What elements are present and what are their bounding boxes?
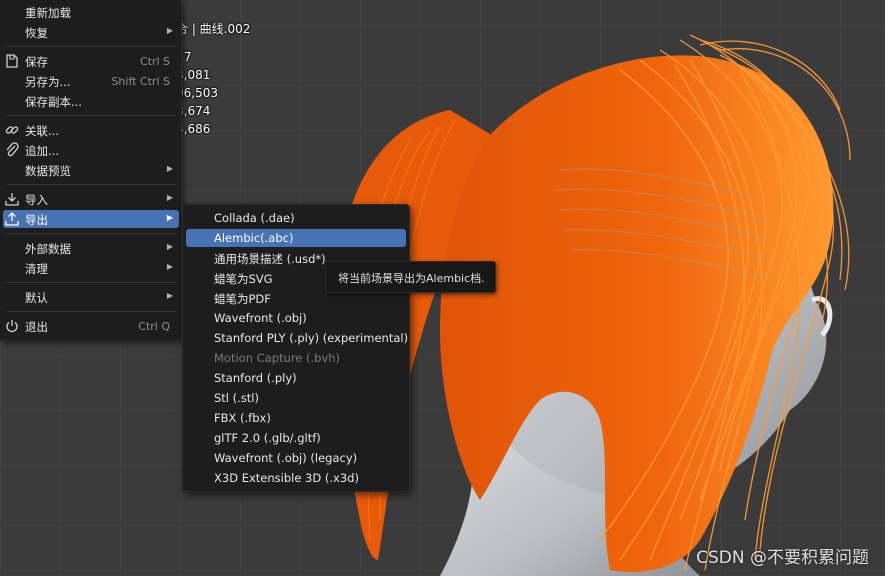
menu-item-export[interactable]: 导出 ▶ <box>3 210 179 228</box>
menu-item-defaults[interactable]: 默认 ▶ <box>3 288 179 306</box>
export-item-gltf[interactable]: glTF 2.0 (.glb/.gltf) <box>186 429 406 447</box>
export-item-label: Wavefront (.obj) (legacy) <box>214 451 358 465</box>
menu-item-label: 外部数据 <box>25 242 71 256</box>
submenu-arrow-icon: ▶ <box>166 213 173 222</box>
menu-separator <box>6 311 176 312</box>
menu-item-label: 默认 <box>25 291 48 305</box>
export-item-label: Stanford (.ply) <box>214 371 297 385</box>
export-item-label: Stanford PLY (.ply) (experimental) <box>214 331 409 345</box>
link-icon <box>4 122 20 138</box>
menu-item-data-preview[interactable]: 数据预览 ▶ <box>3 161 179 179</box>
submenu-arrow-icon: ▶ <box>166 193 173 202</box>
save-icon <box>4 53 20 69</box>
file-menu: 重新加载 恢复 ▶ 保存 Ctrl S 另存为... Shift Ctrl S … <box>0 0 182 341</box>
menu-item-label: 保存 <box>25 55 48 69</box>
menu-item-reload[interactable]: 重新加载 <box>3 3 179 21</box>
export-item-label: 蜡笔为SVG <box>214 272 273 286</box>
menu-item-quit[interactable]: 退出 Ctrl Q <box>3 317 179 335</box>
menu-item-label: 数据预览 <box>25 164 71 178</box>
menu-separator <box>6 46 176 47</box>
export-item-label: X3D Extensible 3D (.x3d) <box>214 471 359 485</box>
menu-item-label: 清理 <box>25 262 48 276</box>
export-item-stanford-ply[interactable]: Stanford (.ply) <box>186 369 406 387</box>
menu-item-save-copy[interactable]: 保存副本... <box>3 92 179 110</box>
stat-line: 06,503 <box>176 86 218 100</box>
menu-item-label: 恢复 <box>25 26 48 40</box>
menu-separator <box>6 184 176 185</box>
tooltip: 将当前场景导出为Alembic档. <box>325 261 496 293</box>
menu-item-shortcut: Ctrl Q <box>138 320 170 333</box>
submenu-arrow-icon: ▶ <box>166 164 173 173</box>
export-item-x3d[interactable]: X3D Extensible 3D (.x3d) <box>186 469 406 487</box>
menu-item-recover[interactable]: 恢复 ▶ <box>3 23 179 41</box>
menu-item-save[interactable]: 保存 Ctrl S <box>3 52 179 70</box>
menu-item-label: 追加... <box>25 144 59 158</box>
export-item-wavefront-obj-legacy[interactable]: Wavefront (.obj) (legacy) <box>186 449 406 467</box>
menu-item-link[interactable]: 关联... <box>3 121 179 139</box>
export-item-label: 蜡笔为PDF <box>214 292 271 306</box>
export-item-fbx[interactable]: FBX (.fbx) <box>186 409 406 427</box>
menu-item-label: 退出 <box>25 320 48 334</box>
stat-line: / 7 <box>176 50 192 64</box>
menu-item-import[interactable]: 导入 ▶ <box>3 190 179 208</box>
power-icon <box>4 318 20 334</box>
menu-item-label: 保存副本... <box>25 95 82 109</box>
menu-item-label: 导出 <box>25 213 48 227</box>
export-icon <box>4 211 20 227</box>
menu-item-label: 导入 <box>25 193 48 207</box>
export-item-alembic[interactable]: Alembic(.abc) <box>186 229 406 247</box>
menu-item-clean-up[interactable]: 清理 ▶ <box>3 259 179 277</box>
submenu-arrow-icon: ▶ <box>166 291 173 300</box>
export-item-stanford-ply-experimental[interactable]: Stanford PLY (.ply) (experimental) <box>186 329 409 347</box>
menu-item-shortcut: Shift Ctrl S <box>111 75 170 88</box>
menu-item-label: 重新加载 <box>25 6 71 20</box>
watermark: CSDN @不要积累问题 <box>696 548 869 568</box>
export-item-label: Motion Capture (.bvh) <box>214 351 341 365</box>
export-item-label: Alembic(.abc) <box>214 231 294 245</box>
export-item-label: Wavefront (.obj) <box>214 311 307 325</box>
export-item-label: glTF 2.0 (.glb/.gltf) <box>214 431 321 445</box>
stat-line: 8,686 <box>176 122 211 136</box>
export-item-stl[interactable]: Stl (.stl) <box>186 389 406 407</box>
stat-line: 8,081 <box>176 68 211 82</box>
menu-item-shortcut: Ctrl S <box>139 55 170 68</box>
menu-item-append[interactable]: 追加... <box>3 141 179 159</box>
menu-separator <box>6 115 176 116</box>
export-item-motion-capture: Motion Capture (.bvh) <box>186 349 406 367</box>
submenu-arrow-icon: ▶ <box>166 26 173 35</box>
append-icon <box>4 142 20 158</box>
submenu-arrow-icon: ▶ <box>166 262 173 271</box>
export-item-label: Collada (.dae) <box>214 211 295 225</box>
tooltip-text: 将当前场景导出为Alembic档. <box>338 272 485 285</box>
menu-item-label: 另存为... <box>25 75 71 89</box>
export-item-label: FBX (.fbx) <box>214 411 271 425</box>
menu-separator <box>6 233 176 234</box>
import-icon <box>4 191 20 207</box>
export-item-label: 通用场景描述 (.usd*) <box>214 252 326 266</box>
export-item-wavefront-obj[interactable]: Wavefront (.obj) <box>186 309 406 327</box>
submenu-arrow-icon: ▶ <box>166 242 173 251</box>
stat-line: 8,674 <box>176 104 211 118</box>
menu-item-label: 关联... <box>25 124 59 138</box>
menu-item-save-as[interactable]: 另存为... Shift Ctrl S <box>3 72 179 90</box>
viewport-stats: 合 | 曲线.002 / 7 8,081 06,503 8,674 8,686 <box>176 20 250 138</box>
export-item-collada[interactable]: Collada (.dae) <box>186 209 406 227</box>
export-submenu: Collada (.dae) Alembic(.abc) 通用场景描述 (.us… <box>182 204 410 492</box>
viewport-title: 合 | 曲线.002 <box>176 22 251 36</box>
menu-separator <box>6 282 176 283</box>
menu-item-external-data[interactable]: 外部数据 ▶ <box>3 239 179 257</box>
export-item-label: Stl (.stl) <box>214 391 259 405</box>
